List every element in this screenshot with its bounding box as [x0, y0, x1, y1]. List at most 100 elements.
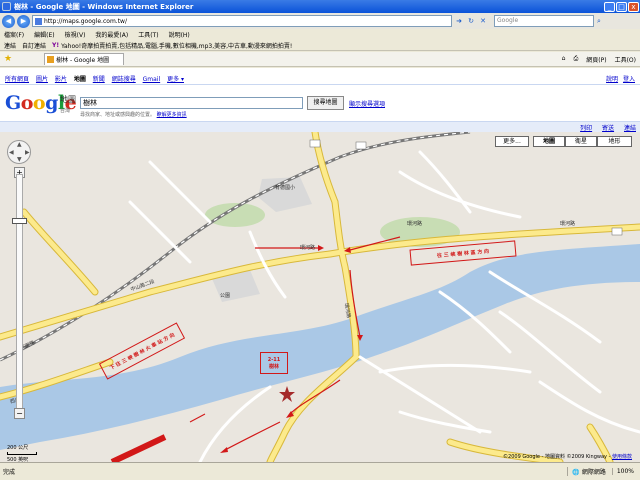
menu-tools[interactable]: 工具(T)	[138, 30, 158, 39]
hint-more-link[interactable]: 瞭解更多資訊	[157, 112, 187, 118]
park-label: 公園	[220, 293, 231, 299]
help-link[interactable]: 說明	[606, 76, 618, 83]
link-link[interactable]: 連結	[624, 125, 636, 132]
logo-region: 台灣	[60, 108, 71, 114]
status-bar: 完成 🌐 網際網路 100%	[0, 462, 640, 480]
map-svg[interactable]	[0, 132, 640, 462]
window-titlebar: 樹林 - Google 地圖 - Windows Internet Explor…	[0, 0, 640, 13]
pan-up-icon[interactable]: ▲	[17, 141, 22, 148]
map-type-more[interactable]: 更多...	[495, 136, 529, 147]
map-copyright: ©2009 Google - 地圖資料 ©2009 Kingway - 使用條款	[503, 453, 632, 460]
refresh-icon[interactable]: ↻	[466, 16, 476, 26]
terms-link[interactable]: 使用條款	[612, 454, 632, 460]
links-label: 連結	[4, 42, 17, 50]
tools-menu[interactable]: 工具(O)	[615, 55, 636, 64]
map-type-map[interactable]: 地圖	[533, 136, 565, 147]
minimize-button[interactable]: _	[604, 1, 615, 12]
route-shield	[309, 139, 321, 148]
zoom-level[interactable]: 100%	[611, 468, 634, 475]
home-icon[interactable]: ⌂	[562, 55, 566, 64]
menu-view[interactable]: 檢視(V)	[65, 30, 86, 39]
map-search-input[interactable]: 樹林	[80, 97, 303, 109]
tab-title: 樹林 - Google 地圖	[56, 57, 110, 64]
scale-metric: 200 公尺	[7, 445, 29, 451]
map-canvas[interactable]: 環河路 環河路 環河路 環河路 中山路二段 西園路 西川 公園 育德國小 下 往…	[0, 132, 640, 462]
map-type-satellite[interactable]: 衛星	[565, 136, 597, 147]
send-link[interactable]: 寄送	[602, 125, 614, 132]
search-icon[interactable]: ⌕	[594, 16, 604, 26]
menu-favorites[interactable]: 我的最愛(A)	[95, 30, 128, 39]
zone-label: 網際網路	[581, 469, 606, 476]
hint-text: 尋找商家、地址或感興趣的位置。	[80, 112, 156, 118]
logo-letter: g	[45, 92, 58, 114]
page-content: 所有網頁 圖片 影片 地圖 新聞 網誌搜尋 Gmail 更多 ▾ 說明 登入 G…	[0, 68, 640, 463]
menu-file[interactable]: 檔案(F)	[4, 30, 24, 39]
security-zone: 🌐 網際網路	[567, 467, 606, 476]
link-custom[interactable]: 自訂連結	[22, 41, 46, 50]
pan-right-icon[interactable]: ▶	[25, 149, 30, 156]
nav-maps: 地圖	[73, 76, 86, 83]
pan-down-icon[interactable]: ▼	[17, 156, 22, 163]
road-label: 環河路	[407, 221, 423, 227]
nav-divider	[0, 84, 640, 85]
road-label: 環河路	[560, 221, 576, 227]
page-favicon	[35, 17, 42, 25]
search-hint: 尋找商家、地址或感興趣的位置。 瞭解更多資訊	[80, 111, 187, 118]
nav-gmail[interactable]: Gmail	[143, 76, 161, 83]
zoom-out-button[interactable]: −	[14, 408, 25, 419]
menu-edit[interactable]: 編輯(E)	[34, 30, 54, 39]
tab-row: ★ 樹林 - Google 地圖 ⌂ ⎙ 網頁(P) 工具(O)	[0, 52, 640, 67]
nav-images[interactable]: 圖片	[36, 76, 48, 83]
search-options-link[interactable]: 顯示搜尋選項	[349, 99, 385, 108]
menu-help[interactable]: 說明(H)	[169, 30, 190, 39]
address-bar[interactable]: http://maps.google.com.tw/	[32, 15, 452, 27]
zoom-slider-thumb[interactable]	[12, 218, 27, 224]
close-button[interactable]: x	[628, 1, 639, 12]
logo-letter: G	[5, 92, 21, 114]
maximize-button[interactable]: □	[616, 1, 627, 12]
stop-icon[interactable]: ✕	[478, 16, 488, 26]
pan-left-icon[interactable]: ◀	[9, 149, 14, 156]
logo-subtitle: 地圖	[60, 95, 76, 104]
globe-icon: 🌐	[572, 469, 580, 476]
links-bar: 連結 自訂連結 Y! Yahoo!奇摩拍賣拍賣,包括精品,電腦,手機,數位相機,…	[0, 40, 640, 51]
yahoo-icon: Y!	[52, 41, 60, 49]
route-shield	[355, 141, 367, 150]
map-tools: 列印 寄送 連結	[572, 123, 636, 132]
search-maps-button[interactable]: 搜尋地圖	[307, 96, 344, 110]
address-url: http://maps.google.com.tw/	[44, 17, 127, 25]
page-menu[interactable]: 網頁(P)	[586, 55, 606, 64]
favorites-star-icon[interactable]: ★	[4, 54, 12, 64]
print-link[interactable]: 列印	[580, 125, 592, 132]
google-nav: 所有網頁 圖片 影片 地圖 新聞 網誌搜尋 Gmail 更多 ▾	[5, 74, 189, 83]
route-shield	[611, 227, 623, 236]
menu-bar: 檔案(F) 編輯(E) 檢視(V) 我的最愛(A) 工具(T) 說明(H)	[0, 29, 640, 40]
map-type-terrain[interactable]: 地形	[597, 136, 632, 147]
nav-video[interactable]: 影片	[55, 76, 67, 83]
road-label: 環河路	[300, 245, 316, 251]
scale-bar: 200 公尺 500 英呎	[7, 444, 37, 463]
print-icon[interactable]: ⎙	[573, 55, 578, 64]
nav-blogs[interactable]: 網誌搜尋	[112, 76, 136, 83]
link-yahoo[interactable]: Yahoo!奇摩拍賣拍賣,包括精品,電腦,手機,數位相機,mp3,美容,中古車,…	[61, 41, 292, 50]
google-nav-right: 說明 登入	[603, 74, 635, 83]
status-text: 完成	[3, 469, 16, 476]
nav-more[interactable]: 更多 ▾	[167, 76, 184, 83]
zoom-slider[interactable]	[16, 174, 23, 410]
forward-icon[interactable]: ▶	[17, 14, 30, 28]
nav-web[interactable]: 所有網頁	[5, 76, 29, 83]
zoom-control: ▲ ▼ ◀ ▶ + −	[7, 140, 33, 419]
school-label: 育德國小	[275, 185, 296, 191]
signin-link[interactable]: 登入	[623, 76, 635, 83]
nav-news[interactable]: 新聞	[93, 76, 105, 83]
route-label-3: 2-11 樹林	[260, 352, 288, 374]
search-input[interactable]: Google	[494, 15, 594, 27]
scale-line	[7, 452, 37, 455]
tab-maps[interactable]: 樹林 - Google 地圖	[44, 53, 125, 65]
address-row: ◀ ▶ http://maps.google.com.tw/ ➜ ↻ ✕ Goo…	[0, 13, 640, 29]
pan-control[interactable]: ▲ ▼ ◀ ▶	[7, 140, 31, 164]
go-icon[interactable]: ➜	[454, 16, 464, 26]
back-icon[interactable]: ◀	[2, 14, 15, 28]
window-title: 樹林 - Google 地圖 - Windows Internet Explor…	[14, 2, 194, 11]
tab-favicon	[47, 56, 55, 63]
